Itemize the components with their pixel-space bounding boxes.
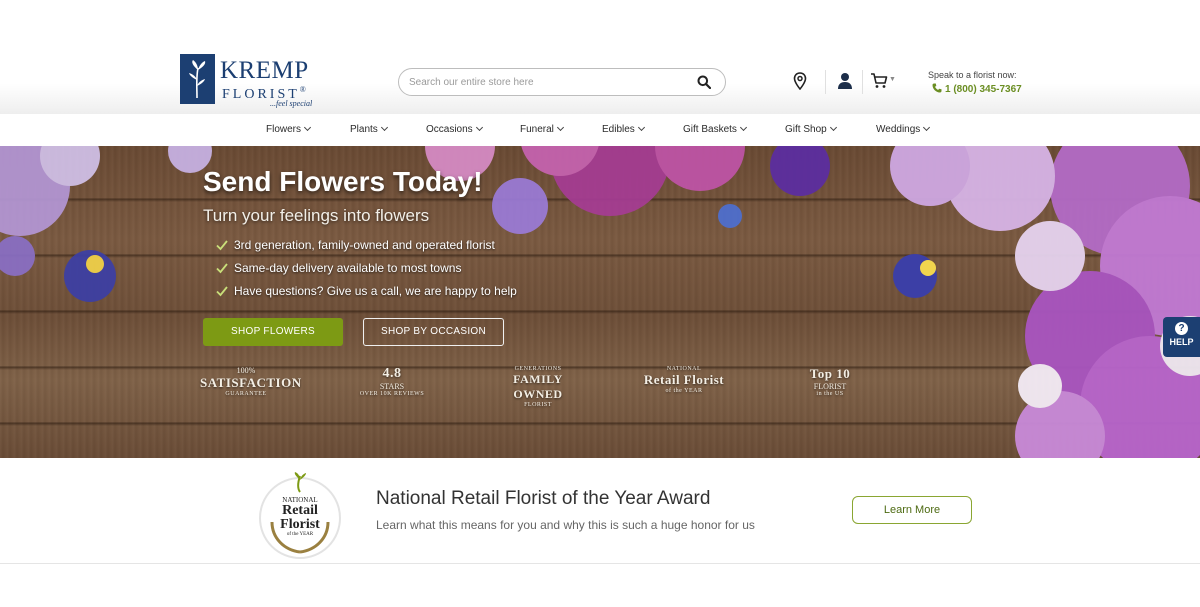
- chevron-down-icon: [637, 123, 645, 132]
- hero-bullet: 3rd generation, family-owned and operate…: [216, 238, 495, 252]
- nav-item-label: Funeral: [520, 124, 554, 135]
- nav-item-label: Edibles: [602, 124, 635, 135]
- phone-icon: [932, 83, 942, 93]
- question-icon: ?: [1175, 322, 1188, 335]
- hero-bullet-text: 3rd generation, family-owned and operate…: [234, 238, 495, 252]
- hero-title: Send Flowers Today!: [203, 166, 483, 197]
- nav-item-flowers[interactable]: Flowers: [266, 123, 312, 135]
- chevron-down-icon: [303, 123, 312, 132]
- brand-logo[interactable]: KREMP FLORIST® ...feel special: [180, 54, 315, 110]
- header-divider: [825, 70, 826, 94]
- cart-chevron-down-icon[interactable]: ▼: [889, 76, 896, 83]
- badge-bottom: in the US: [816, 391, 844, 397]
- chevron-down-icon: [556, 123, 564, 132]
- logo-mark: [180, 54, 215, 104]
- contact-label: Speak to a florist now:: [928, 70, 1017, 80]
- badge-main: SATISFACTION: [200, 375, 302, 390]
- badge-main: FLORIST: [813, 382, 847, 391]
- nav-item-label: Occasions: [426, 124, 473, 135]
- help-label: HELP: [1169, 337, 1194, 347]
- badge-top: Top 10: [809, 366, 851, 381]
- badge-main: Retail Florist: [643, 372, 725, 387]
- seal-main-2: Florist: [280, 517, 320, 532]
- header-divider: [862, 70, 863, 94]
- hero-bullet: Have questions? Give us a call, we are h…: [216, 284, 517, 298]
- rating-badge: 4.8 STARS OVER 10K REVIEWS: [352, 366, 432, 418]
- chevron-down-icon: [380, 123, 388, 132]
- hero-bullet-text: Have questions? Give us a call, we are h…: [234, 284, 517, 298]
- account-icon[interactable]: [836, 72, 854, 90]
- seal-main-1: Retail: [282, 503, 318, 518]
- chevron-down-icon: [923, 123, 931, 132]
- award-description: Learn what this means for you and why th…: [376, 518, 755, 532]
- nav-item-funeral[interactable]: Funeral: [520, 123, 564, 135]
- brand-tagline: ...feel special: [270, 99, 313, 108]
- nav-item-label: Flowers: [266, 124, 302, 135]
- nav-item-label: Gift Baskets: [683, 124, 737, 135]
- check-icon: [216, 240, 228, 251]
- contact-phone[interactable]: 1 (800) 345-7367: [932, 83, 1022, 95]
- learn-more-button[interactable]: Learn More: [852, 496, 972, 524]
- brand-name: KREMP: [220, 57, 309, 84]
- check-icon: [216, 286, 228, 297]
- search-icon[interactable]: [697, 75, 711, 89]
- award-title: National Retail Florist of the Year Awar…: [376, 488, 711, 509]
- nav-item-weddings[interactable]: Weddings: [876, 123, 931, 135]
- chevron-down-icon: [829, 123, 837, 132]
- nav-item-label: Gift Shop: [785, 124, 827, 135]
- nav-item-plants[interactable]: Plants: [350, 123, 388, 135]
- hero-subtitle: Turn your feelings into flowers: [203, 206, 430, 225]
- badge-bottom: GUARANTEE: [225, 391, 267, 397]
- nav-item-occasions[interactable]: Occasions: [426, 123, 483, 135]
- badge-main: FAMILY OWNED: [513, 372, 563, 401]
- nav-item-gift-shop[interactable]: Gift Shop: [785, 123, 837, 135]
- store-locator-icon[interactable]: [791, 72, 809, 90]
- contact-phone-text: 1 (800) 345-7367: [945, 84, 1022, 95]
- nav-item-edibles[interactable]: Edibles: [602, 123, 645, 135]
- nav-item-gift-baskets[interactable]: Gift Baskets: [683, 123, 747, 135]
- main-navigation: Flowers Plants Occasions Funeral Edibles…: [0, 114, 1200, 146]
- hero-banner: Send Flowers Today! Turn your feelings i…: [0, 146, 1200, 458]
- chevron-down-icon: [475, 123, 483, 132]
- hero-bullet-text: Same-day delivery available to most town…: [234, 261, 462, 275]
- badge-top: 4.8: [382, 366, 402, 381]
- badge-bottom: of the YEAR: [665, 388, 703, 394]
- retail-florist-badge: NATIONAL Retail Florist of the YEAR: [638, 366, 730, 418]
- chevron-down-icon: [739, 123, 747, 132]
- satisfaction-badge: 100% SATISFACTION GUARANTEE: [200, 366, 302, 418]
- cart-icon[interactable]: [870, 72, 888, 90]
- registered-mark: ®: [299, 85, 306, 94]
- nav-item-label: Plants: [350, 124, 378, 135]
- award-seal-text: NATIONAL Retail Florist of the YEAR: [256, 496, 344, 537]
- badge-bottom: OVER 10K REVIEWS: [359, 391, 425, 397]
- site-header: KREMP FLORIST® ...feel special ▼ Speak t…: [0, 38, 1200, 114]
- shop-flowers-button[interactable]: SHOP FLOWERS: [203, 318, 343, 346]
- shop-by-occasion-button[interactable]: SHOP BY OCCASION: [363, 318, 504, 346]
- badge-top: 100%: [236, 366, 256, 375]
- seal-bottom: of the YEAR: [286, 532, 314, 537]
- family-owned-badge: GENERATIONS FAMILY OWNED FLORIST: [488, 366, 588, 418]
- check-icon: [216, 263, 228, 274]
- badge-bottom: FLORIST: [524, 402, 552, 408]
- badge-main: STARS: [379, 382, 405, 391]
- help-tab[interactable]: ? HELP: [1163, 317, 1200, 357]
- nav-item-label: Weddings: [876, 124, 921, 135]
- search-input[interactable]: [409, 74, 689, 91]
- hero-bullet: Same-day delivery available to most town…: [216, 261, 461, 275]
- award-section: NATIONAL Retail Florist of the YEAR Nati…: [0, 458, 1200, 564]
- top-ten-badge: Top 10 FLORIST in the US: [788, 366, 872, 418]
- search-bar: [398, 68, 726, 96]
- flowers-decoration-image: [0, 146, 1200, 458]
